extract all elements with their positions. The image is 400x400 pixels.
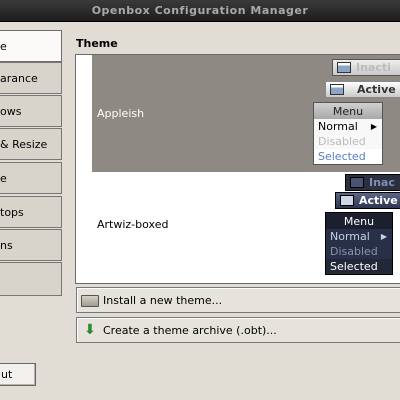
preview-active-label: Active: [359, 194, 398, 207]
nav-item-mouse[interactable]: e: [0, 162, 62, 194]
preview-menu-item-disabled: Disabled: [330, 245, 378, 258]
window-icon: [340, 195, 354, 206]
preview-active-window: Active: [325, 81, 400, 98]
about-button-label: ut: [1, 368, 13, 381]
nav-item-blank[interactable]: [0, 262, 62, 296]
nav-item-label: ows: [0, 104, 22, 118]
nav-item-desktops[interactable]: tops: [0, 196, 62, 228]
nav-item-label: e: [0, 39, 7, 53]
preview-menu-title: Menu: [326, 213, 392, 229]
nav-item-appearance[interactable]: arance: [0, 62, 62, 94]
install-theme-label: Install a new theme...: [103, 293, 223, 307]
about-button[interactable]: ut: [0, 363, 36, 386]
nav-item-label: e: [0, 171, 7, 185]
nav-item-move-resize[interactable]: & Resize: [0, 128, 62, 160]
install-theme-button[interactable]: Install a new theme...: [76, 287, 400, 313]
preview-menu-item-normal: Normal ▶: [314, 119, 382, 134]
preview-inactive-label: Inac: [369, 176, 395, 189]
window-icon: [350, 177, 364, 188]
preview-menu-item-label: Normal: [330, 230, 370, 243]
nav-item-label: arance: [0, 71, 38, 85]
preview-menu-title: Menu: [314, 103, 382, 119]
preview-menu: Menu Normal ▶ Disabled Selected: [325, 212, 393, 275]
nav-item-label: ns: [0, 238, 13, 252]
nav-item-label: tops: [0, 205, 24, 219]
theme-name: Appleish: [97, 107, 145, 120]
preview-active-window: Active: [335, 192, 400, 209]
nav-item-windows[interactable]: ows: [0, 95, 62, 127]
window-icon: [337, 62, 351, 73]
preview-menu-item-label: Normal: [318, 120, 358, 133]
theme-row-appleish[interactable]: Appleish Inacti Active Menu Normal ▶ Dis…: [92, 55, 400, 172]
preview-inactive-window: Inacti: [332, 59, 400, 76]
submenu-arrow-icon: ▶: [380, 232, 387, 241]
download-arrow-icon: ⬇: [84, 322, 96, 338]
preview-inactive-label: Inacti: [356, 61, 391, 74]
folder-icon: [81, 295, 99, 307]
preview-menu-item-disabled: Disabled: [318, 135, 366, 148]
titlebar[interactable]: Openbox Configuration Manager: [0, 0, 400, 22]
create-theme-archive-label: Create a theme archive (.obt)...: [103, 323, 277, 337]
preview-menu-item-selected: Selected: [326, 259, 392, 274]
preview-inactive-window: Inac: [345, 174, 400, 191]
nav-item-label: & Resize: [0, 137, 48, 151]
theme-section-title: Theme: [76, 37, 118, 50]
theme-list[interactable]: Appleish Inacti Active Menu Normal ▶ Dis…: [92, 55, 400, 281]
create-theme-archive-button[interactable]: ⬇ Create a theme archive (.obt)...: [76, 317, 400, 343]
window-icon: [330, 84, 344, 95]
nav-item-theme[interactable]: e: [0, 30, 62, 62]
preview-menu: Menu Normal ▶ Disabled Selected: [313, 102, 383, 165]
theme-name: Artwiz-boxed: [97, 218, 169, 231]
submenu-arrow-icon: ▶: [370, 122, 377, 131]
nav-item-margins[interactable]: ns: [0, 229, 62, 261]
preview-menu-item-selected: Selected: [314, 149, 382, 164]
window-title: Openbox Configuration Manager: [91, 4, 309, 17]
preview-menu-item-normal: Normal ▶: [326, 229, 392, 244]
preview-active-label: Active: [357, 83, 396, 96]
